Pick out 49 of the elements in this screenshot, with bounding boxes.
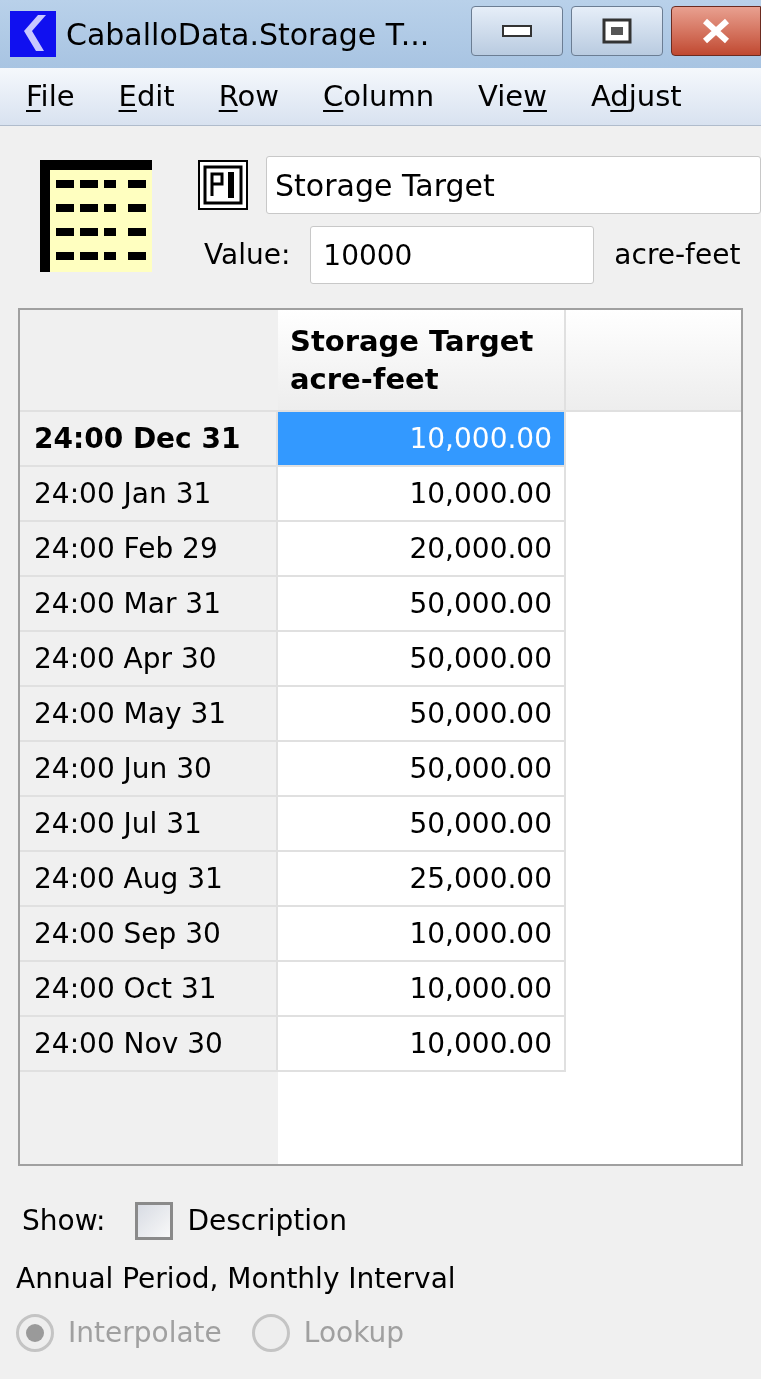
restore-icon (602, 18, 632, 44)
minimize-icon (502, 25, 532, 37)
menu-item[interactable]: Row (218, 74, 280, 119)
table-cell[interactable]: 50,000.00 (278, 632, 566, 687)
description-checkbox[interactable] (135, 1202, 174, 1240)
menu-item[interactable]: Column (323, 74, 435, 119)
menu-item[interactable]: Edit (118, 74, 175, 119)
row-header[interactable]: 24:00 Sep 30 (20, 907, 278, 962)
minimize-button[interactable] (471, 6, 563, 56)
checkbox-label: Description (187, 1203, 347, 1239)
name-field[interactable]: Storage Target (266, 156, 761, 214)
row-header[interactable]: 24:00 Apr 30 (20, 632, 278, 687)
radio-label: Lookup (303, 1315, 405, 1351)
table-cell[interactable]: 10,000.00 (278, 907, 566, 962)
app-logo-icon (10, 11, 56, 57)
value-field[interactable]: 10000 (310, 226, 595, 284)
table-cell[interactable]: 25,000.00 (278, 852, 566, 907)
table-cell[interactable]: 50,000.00 (278, 797, 566, 852)
row-header[interactable]: 24:00 May 31 (20, 687, 278, 742)
show-label: Show: (22, 1203, 106, 1239)
window-title: CaballoData.Storage T... (66, 15, 430, 54)
maximize-button[interactable] (571, 6, 663, 56)
row-header[interactable]: 24:00 Jan 31 (20, 467, 278, 522)
table-cell[interactable]: 10,000.00 (278, 962, 566, 1017)
radio-label: Interpolate (68, 1315, 222, 1351)
units-label: acre-feet (614, 237, 741, 273)
menu-item[interactable]: File (26, 74, 75, 119)
table-cell[interactable]: 50,000.00 (278, 742, 566, 797)
row-header[interactable]: 24:00 Aug 31 (20, 852, 278, 907)
table-cell[interactable]: 10,000.00 (278, 467, 566, 522)
row-header[interactable]: 24:00 Jul 31 (20, 797, 278, 852)
close-icon (701, 18, 731, 44)
close-button[interactable] (671, 6, 761, 56)
table-cell[interactable]: 50,000.00 (278, 577, 566, 632)
row-header[interactable]: 24:00 Oct 31 (20, 962, 278, 1017)
table-cell[interactable]: 50,000.00 (278, 687, 566, 742)
row-header[interactable]: 24:00 Nov 30 (20, 1017, 278, 1072)
table-icon (40, 160, 152, 272)
row-header[interactable]: 24:00 Mar 31 (20, 577, 278, 632)
parameter-icon (198, 160, 248, 210)
value-label: Value: (203, 237, 291, 273)
column-header[interactable]: Storage Target acre-feet (278, 310, 566, 412)
row-header[interactable]: 24:00 Feb 29 (20, 522, 278, 577)
table-cell[interactable]: 20,000.00 (278, 522, 566, 577)
menu-item[interactable]: Adjust (590, 74, 682, 119)
row-header[interactable]: 24:00 Jun 30 (20, 742, 278, 797)
period-text: Annual Period, Monthly Interval (15, 1261, 457, 1297)
table-cell[interactable]: 10,000.00 (278, 1017, 566, 1072)
menu-item[interactable]: View (478, 74, 547, 119)
